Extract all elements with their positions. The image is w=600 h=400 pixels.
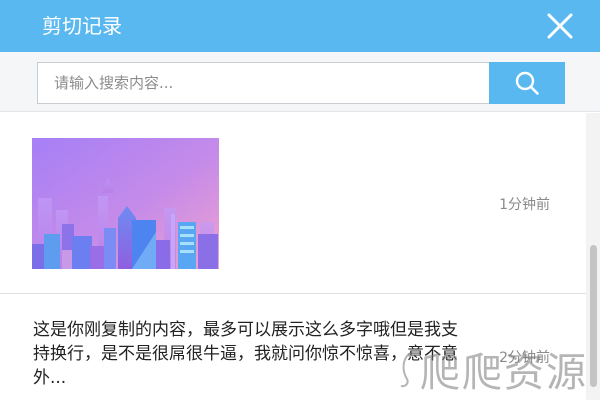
- search-bar: [0, 52, 600, 112]
- search-icon: [515, 71, 539, 95]
- record-thumbnail: [32, 138, 219, 269]
- clipboard-history-window: 剪切记录 请输入搜索内容... 1分钟前 这是你刚复制的内容，最多可以展示这么多…: [0, 0, 600, 400]
- scrollbar-thumb[interactable]: [590, 245, 597, 387]
- watermark-logo-icon: [400, 352, 412, 388]
- title-bar: 剪切记录: [0, 0, 600, 52]
- city-skyline-image: [32, 138, 219, 269]
- watermark: 爬爬资源: [398, 338, 588, 400]
- record-item-image[interactable]: 1分钟前: [0, 113, 586, 294]
- watermark-text: 爬爬资源: [420, 350, 588, 396]
- window-title: 剪切记录: [42, 14, 122, 38]
- search-input[interactable]: [37, 62, 489, 104]
- record-time: 1分钟前: [499, 197, 550, 213]
- close-icon: [547, 13, 573, 39]
- scrollbar[interactable]: [586, 113, 600, 400]
- close-button[interactable]: [544, 10, 576, 42]
- search-button[interactable]: [489, 62, 565, 104]
